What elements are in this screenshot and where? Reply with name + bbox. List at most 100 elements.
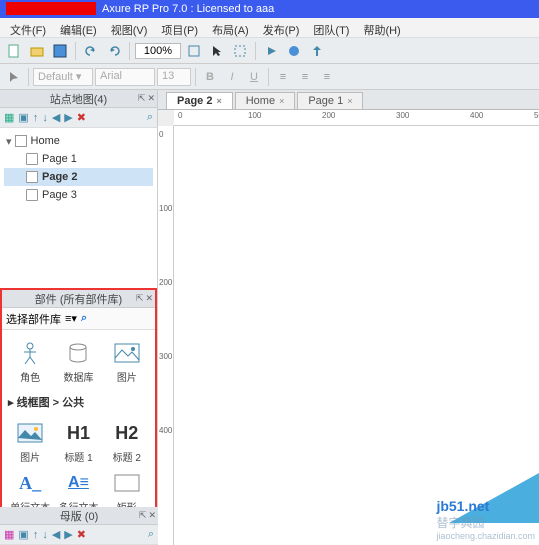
move-down-icon[interactable]: ↓ bbox=[42, 529, 48, 541]
format-toolbar: Default ▾ Arial 13 B I U ≡ ≡ ≡ bbox=[0, 64, 539, 90]
font-dropdown[interactable]: Arial bbox=[95, 68, 155, 86]
close-icon[interactable]: × bbox=[216, 96, 221, 106]
tab-home[interactable]: Home × bbox=[235, 92, 296, 109]
delete-icon[interactable]: ✖ bbox=[77, 528, 86, 541]
sitemap-tree: ▾ Home Page 1 Page 2 Page 3 bbox=[0, 128, 157, 288]
tab-page2[interactable]: Page 2 × bbox=[166, 92, 233, 109]
select-tool-button[interactable] bbox=[207, 41, 227, 61]
move-down-icon[interactable]: ↓ bbox=[42, 112, 48, 124]
panel-pin-icon[interactable]: ⇱ bbox=[136, 293, 144, 304]
page-icon bbox=[26, 171, 38, 183]
widget-label: 标题 2 bbox=[106, 449, 148, 464]
window-titlebar: Axure RP Pro 7.0 : Licensed to aaa bbox=[0, 0, 539, 18]
tree-item-page3[interactable]: Page 3 bbox=[4, 186, 153, 204]
widget-label: 标题 1 bbox=[57, 449, 99, 464]
menu-edit[interactable]: 编辑(E) bbox=[54, 20, 103, 35]
panel-close-icon[interactable]: ✕ bbox=[145, 293, 153, 304]
ruler-vertical: 0 100 200 300 400 bbox=[158, 126, 174, 545]
search-icon[interactable]: ⌕ bbox=[81, 312, 87, 325]
add-master-icon[interactable]: ▦ bbox=[4, 528, 14, 541]
widgets-panel-header: 部件 (所有部件库) ⇱ ✕ bbox=[2, 290, 155, 308]
pointer-icon[interactable] bbox=[4, 67, 24, 87]
library-menu-icon[interactable]: ≡▾ bbox=[65, 312, 77, 325]
move-up-icon[interactable]: ↑ bbox=[33, 112, 39, 124]
masters-search-icon[interactable]: ⌕ bbox=[148, 528, 154, 541]
underline-button[interactable]: U bbox=[244, 67, 264, 87]
add-folder-icon[interactable]: ▣ bbox=[18, 528, 28, 541]
save-button[interactable] bbox=[50, 41, 70, 61]
indent-icon[interactable]: ▶ bbox=[64, 111, 72, 124]
close-icon[interactable]: × bbox=[279, 96, 284, 106]
main-toolbar: 100% bbox=[0, 38, 539, 64]
new-button[interactable] bbox=[4, 41, 24, 61]
open-button[interactable] bbox=[27, 41, 47, 61]
add-page-icon[interactable]: ▦ bbox=[4, 111, 14, 124]
widget-database[interactable]: 数据库 bbox=[57, 340, 99, 384]
library-selector-label: 选择部件库 bbox=[6, 311, 61, 327]
widget-actor[interactable]: 角色 bbox=[9, 340, 51, 384]
page-icon bbox=[26, 153, 38, 165]
align-right-button[interactable]: ≡ bbox=[317, 67, 337, 87]
publish-button[interactable] bbox=[284, 41, 304, 61]
delete-icon[interactable]: ✖ bbox=[77, 111, 86, 124]
masters-panel-header: 母版 (0) ⇱ ✕ bbox=[0, 507, 158, 525]
share-button[interactable] bbox=[307, 41, 327, 61]
style-dropdown[interactable]: Default ▾ bbox=[33, 68, 93, 86]
menu-project[interactable]: 项目(P) bbox=[155, 20, 204, 35]
corner-decoration bbox=[449, 473, 539, 523]
zoom-input[interactable]: 100% bbox=[135, 43, 181, 59]
preview-button[interactable] bbox=[261, 41, 281, 61]
widget-image[interactable]: 图片 bbox=[106, 340, 148, 384]
tab-label: Home bbox=[246, 95, 275, 107]
panel-pin-icon[interactable]: ⇱ bbox=[139, 510, 147, 521]
app-title: Axure RP Pro 7.0 : Licensed to aaa bbox=[102, 0, 274, 18]
tab-page1[interactable]: Page 1 × bbox=[297, 92, 363, 109]
ruler-horizontal: 0 100 200 300 400 500 bbox=[174, 110, 539, 126]
tree-label: Page 3 bbox=[42, 189, 77, 201]
sitemap-toolbar: ▦ ▣ ↑ ↓ ◀ ▶ ✖ ⌕ bbox=[0, 108, 157, 128]
zoom-fit-button[interactable] bbox=[184, 41, 204, 61]
masters-toolbar: ▦ ▣ ↑ ↓ ◀ ▶ ✖ ⌕ bbox=[0, 525, 158, 545]
page-icon bbox=[15, 135, 27, 147]
outdent-icon[interactable]: ◀ bbox=[52, 111, 60, 124]
indent-icon[interactable]: ▶ bbox=[64, 528, 72, 541]
tree-label: Home bbox=[31, 135, 60, 147]
menu-team[interactable]: 团队(T) bbox=[307, 20, 355, 35]
menu-publish[interactable]: 发布(P) bbox=[257, 20, 306, 35]
bold-button[interactable]: B bbox=[200, 67, 220, 87]
area-select-button[interactable] bbox=[230, 41, 250, 61]
panel-pin-icon[interactable]: ⇱ bbox=[138, 93, 146, 104]
menu-help[interactable]: 帮助(H) bbox=[357, 20, 406, 35]
italic-button[interactable]: I bbox=[222, 67, 242, 87]
panel-close-icon[interactable]: ✕ bbox=[148, 510, 156, 521]
masters-panel: 母版 (0) ⇱ ✕ ▦ ▣ ↑ ↓ ◀ ▶ ✖ ⌕ bbox=[0, 507, 158, 545]
align-left-button[interactable]: ≡ bbox=[273, 67, 293, 87]
document-tabs: Page 2 × Home × Page 1 × bbox=[158, 90, 539, 110]
redo-button[interactable] bbox=[104, 41, 124, 61]
widget-image2[interactable]: 图片 bbox=[9, 420, 51, 464]
undo-button[interactable] bbox=[81, 41, 101, 61]
add-folder-icon[interactable]: ▣ bbox=[18, 111, 28, 124]
tree-item-page2[interactable]: Page 2 bbox=[4, 168, 153, 186]
sitemap-panel-header: 站点地图(4) ⇱ ✕ bbox=[0, 90, 157, 108]
tree-item-page1[interactable]: Page 1 bbox=[4, 150, 153, 168]
tree-label: Page 1 bbox=[42, 153, 77, 165]
move-up-icon[interactable]: ↑ bbox=[33, 529, 39, 541]
menu-file[interactable]: 文件(F) bbox=[4, 20, 52, 35]
outdent-icon[interactable]: ◀ bbox=[52, 528, 60, 541]
menu-arrange[interactable]: 布局(A) bbox=[206, 20, 255, 35]
size-dropdown[interactable]: 13 bbox=[157, 68, 191, 86]
close-icon[interactable]: × bbox=[347, 96, 352, 106]
align-center-button[interactable]: ≡ bbox=[295, 67, 315, 87]
page-icon bbox=[26, 189, 38, 201]
widgets-title: 部件 (所有部件库) bbox=[35, 291, 122, 307]
widget-category-wireframe[interactable]: ▸ 线框图 > 公共 bbox=[6, 390, 151, 414]
sitemap-search-icon[interactable]: ⌕ bbox=[147, 111, 153, 124]
panel-close-icon[interactable]: ✕ bbox=[147, 93, 155, 104]
widget-h1[interactable]: H1 标题 1 bbox=[57, 420, 99, 464]
tree-item-home[interactable]: ▾ Home bbox=[4, 132, 153, 150]
collapse-icon[interactable]: ▾ bbox=[6, 135, 12, 148]
menu-view[interactable]: 视图(V) bbox=[105, 20, 154, 35]
widget-h2[interactable]: H2 标题 2 bbox=[106, 420, 148, 464]
widget-label: 数据库 bbox=[57, 369, 99, 384]
